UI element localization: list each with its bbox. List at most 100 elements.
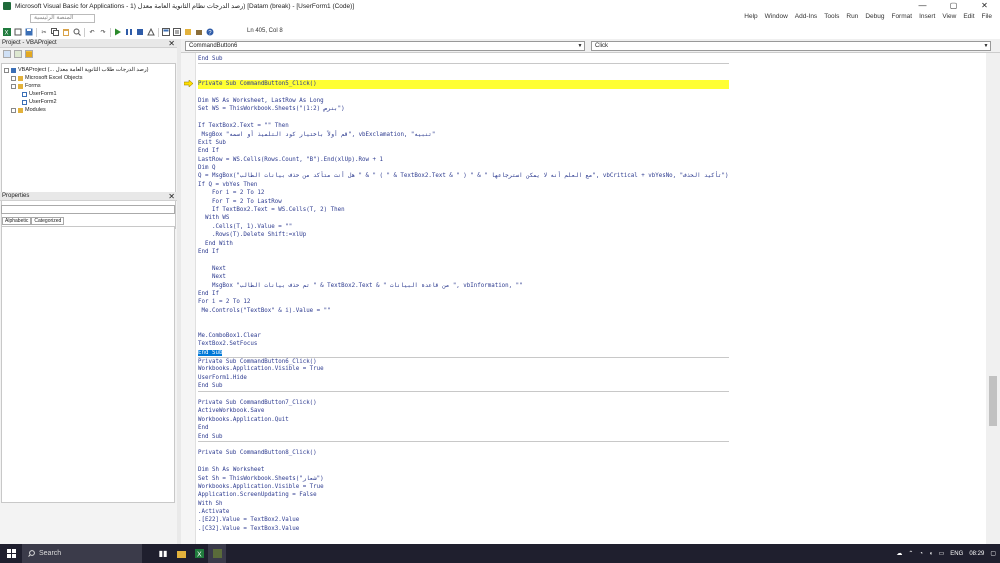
code-line[interactable]: Exit Sub	[198, 139, 729, 147]
toolbox-icon[interactable]	[195, 28, 203, 36]
language-indicator[interactable]: ENG	[950, 551, 963, 557]
excel-taskbar-icon[interactable]: X	[190, 544, 208, 563]
menu-insert[interactable]: Insert	[919, 13, 935, 20]
code-line[interactable]: End Sub	[198, 55, 729, 63]
close-button[interactable]: ✕	[969, 0, 1000, 11]
code-line[interactable]: Workbooks.Application.Visible = True	[198, 365, 729, 373]
vertical-scrollbar[interactable]	[986, 53, 1000, 544]
code-line[interactable]: Application.ScreenUpdating = False	[198, 491, 729, 499]
reset-icon[interactable]	[136, 28, 144, 36]
properties-close-button[interactable]: ✕	[168, 192, 175, 201]
code-line[interactable]: For i = 2 To 12	[198, 189, 729, 197]
taskbar-search[interactable]: Search	[22, 544, 142, 563]
code-line[interactable]: TextBox2.SetFocus	[198, 340, 729, 348]
code-line[interactable]: Private Sub CommandButton6_Click()	[198, 357, 729, 365]
code-line[interactable]: If TextBox2.Text = "" Then	[198, 122, 729, 130]
code-line[interactable]: Dim Sh As Worksheet	[198, 466, 729, 474]
code-line[interactable]: MsgBox "قم أولاً باختيار كود التلميذ أو …	[198, 131, 729, 139]
margin-indicator-bar[interactable]	[181, 53, 196, 544]
code-line[interactable]	[198, 89, 729, 97]
menu-help[interactable]: Help	[744, 13, 757, 20]
code-line[interactable]: LastRow = WS.Cells(Rows.Count, "B").End(…	[198, 156, 729, 164]
tab-alphabetic[interactable]: Alphabetic	[2, 217, 32, 225]
redo-icon[interactable]: ↷	[99, 28, 107, 36]
run-icon[interactable]	[114, 28, 122, 36]
cut-icon[interactable]: ✂	[40, 28, 48, 36]
scrollbar-thumb[interactable]	[989, 376, 997, 426]
code-line[interactable]: Set Sh = ThisWorkbook.Sheets("شعار")	[198, 475, 729, 483]
code-line[interactable]: .Rows(T).Delete Shift:=xlUp	[198, 231, 729, 239]
minimize-button[interactable]: —	[907, 0, 938, 11]
code-line[interactable]: End Sub	[198, 349, 729, 357]
code-line[interactable]: Workbooks.Application.Quit	[198, 416, 729, 424]
menu-debug[interactable]: Debug	[865, 13, 884, 20]
object-browser-icon[interactable]	[184, 28, 192, 36]
type-question-input[interactable]: المنصة الرئيسية	[30, 14, 95, 23]
code-line[interactable]	[198, 256, 729, 264]
menu-run[interactable]: Run	[846, 13, 858, 20]
code-line[interactable]: Private Sub CommandButton7_Click()	[198, 399, 729, 407]
code-line[interactable]: End If	[198, 147, 729, 155]
design-mode-icon[interactable]	[147, 28, 155, 36]
tray-chevron-up-icon[interactable]: ⌃	[908, 550, 913, 557]
project-explorer-icon[interactable]	[162, 28, 170, 36]
code-line[interactable]: Me.Controls("TextBox" & i).Value = ""	[198, 307, 729, 315]
code-line[interactable]: .Activate	[198, 508, 729, 516]
expand-icon[interactable]	[11, 75, 16, 81]
menu-add-ins[interactable]: Add-Ins	[795, 13, 817, 20]
code-line[interactable]	[198, 440, 729, 449]
menu-view[interactable]: View	[942, 13, 956, 20]
menu-edit[interactable]: Edit	[963, 13, 974, 20]
code-line[interactable]: End Sub	[198, 433, 729, 441]
view-code-icon[interactable]	[3, 50, 11, 58]
expand-icon[interactable]	[11, 107, 16, 113]
expand-icon[interactable]	[4, 67, 9, 73]
insert-userform-icon[interactable]	[14, 28, 22, 36]
menu-window[interactable]: Window	[765, 13, 788, 20]
volume-icon[interactable]: ◖	[929, 551, 933, 557]
code-line[interactable]	[198, 324, 729, 332]
task-view-icon[interactable]: ▮▮	[154, 544, 172, 563]
object-combo[interactable]: CommandButton6 ▼	[185, 41, 585, 51]
code-line[interactable]	[198, 458, 729, 466]
code-line[interactable]	[198, 315, 729, 323]
code-line[interactable]: With Sh	[198, 500, 729, 508]
code-line[interactable]: End Sub	[198, 382, 729, 390]
toggle-folders-icon[interactable]	[25, 50, 33, 58]
collapse-icon[interactable]	[11, 83, 16, 89]
code-line[interactable]: .[E22].Value = TextBox2.Value	[198, 516, 729, 524]
code-line[interactable]	[198, 114, 729, 122]
code-line[interactable]	[198, 63, 729, 71]
tree-item-modules[interactable]: Modules	[4, 106, 175, 114]
code-line[interactable]: .Cells(T, 1).Value = ""	[198, 223, 729, 231]
paste-icon[interactable]	[62, 28, 70, 36]
view-object-icon[interactable]	[14, 50, 22, 58]
code-line[interactable]: End With	[198, 240, 729, 248]
excel-view-icon[interactable]: X	[3, 28, 11, 36]
code-line[interactable]: Next	[198, 265, 729, 273]
code-line[interactable]: .[C32].Value = TextBox3.Value	[198, 525, 729, 533]
start-button[interactable]	[0, 544, 22, 563]
code-line[interactable]: Q = MsgBox("هل أنت متأكد من حذف بيانات ا…	[198, 172, 729, 180]
network-icon[interactable]: ◔	[919, 551, 923, 557]
code-line[interactable]: With WS	[198, 214, 729, 222]
code-line[interactable]: Set WS = ThisWorkbook.Sheets("(1:2) بنرص…	[198, 105, 729, 113]
code-line[interactable]	[198, 390, 729, 399]
code-line[interactable]: ActiveWorkbook.Save	[198, 407, 729, 415]
copy-icon[interactable]	[51, 28, 59, 36]
code-line[interactable]: End	[198, 424, 729, 432]
code-line[interactable]: End If	[198, 290, 729, 298]
chevron-down-icon[interactable]: ▼	[982, 42, 990, 50]
code-line[interactable]: For T = 2 To LastRow	[198, 198, 729, 206]
break-icon[interactable]	[125, 28, 133, 36]
weather-icon[interactable]: ☁	[896, 550, 902, 557]
tree-item-userform2[interactable]: UserForm2	[4, 98, 175, 106]
notifications-icon[interactable]: ▢	[990, 550, 996, 557]
code-line[interactable]: If TextBox2.Text = WS.Cells(T, 2) Then	[198, 206, 729, 214]
code-line[interactable]: Workbooks.Application.Visible = True	[198, 483, 729, 491]
undo-icon[interactable]: ↶	[88, 28, 96, 36]
procedure-combo[interactable]: Click ▼	[591, 41, 991, 51]
menu-file[interactable]: File	[982, 13, 992, 20]
project-close-button[interactable]: ✕	[168, 39, 175, 48]
code-line[interactable]: If Q = vbYes Then	[198, 181, 729, 189]
